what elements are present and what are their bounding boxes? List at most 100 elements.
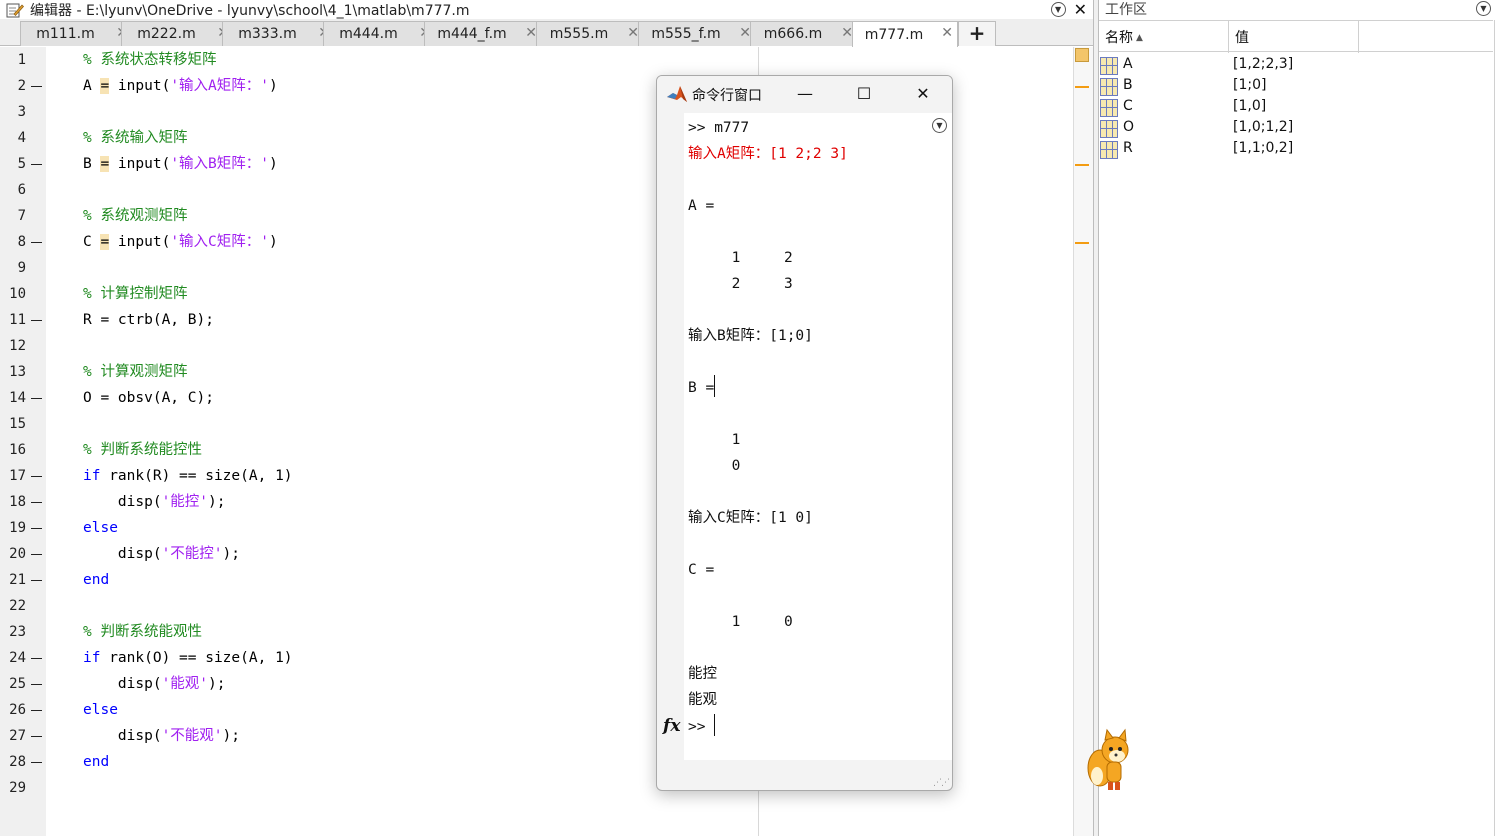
workspace-border (1494, 20, 1495, 836)
resize-grip-icon[interactable]: ⋰⋰ (933, 778, 950, 788)
breakpoint-dash[interactable] (31, 658, 42, 659)
line-number-text: 23 (9, 624, 26, 640)
code-line: R = ctrb(A, B); (83, 312, 214, 328)
tab-m777[interactable]: m777.m ✕ (852, 21, 958, 47)
add-tab-button[interactable]: + (958, 21, 996, 46)
breakpoint-dash[interactable] (31, 762, 42, 763)
line-number-text: 11 (9, 312, 26, 328)
column-header-name[interactable]: 名称 ▲ (1099, 21, 1229, 53)
breakpoint-dash[interactable] (31, 710, 42, 711)
command-window-titlebar[interactable]: 命令行窗口 — ☐ ✕ (657, 76, 952, 112)
tab-m555-f[interactable]: m555_f.m ✕ (638, 21, 756, 46)
line-number-text: 9 (17, 260, 26, 276)
line-number-text: 7 (17, 208, 26, 224)
var-value: [1;0] (1233, 77, 1267, 93)
line-number-text: 10 (9, 286, 26, 302)
tab-m444[interactable]: m444.m ✕ (323, 21, 436, 46)
tab-m333[interactable]: m333.m ✕ (222, 21, 335, 46)
breakpoint-dash[interactable] (31, 684, 42, 685)
code-token: = (100, 78, 110, 94)
breakpoint-dash[interactable] (31, 164, 42, 165)
line-number: 24 (0, 645, 46, 671)
breakpoint-dash[interactable] (31, 320, 42, 321)
tab-m111[interactable]: m111.m ✕ (20, 21, 133, 46)
tab-label: m444.m (339, 26, 398, 42)
line-number-text: 19 (9, 520, 26, 536)
tab-close-icon[interactable]: ✕ (941, 25, 953, 41)
close-button[interactable]: ✕ (903, 80, 943, 108)
breakpoint-dash[interactable] (31, 398, 42, 399)
code-token: ); (222, 546, 241, 562)
workspace-var-row[interactable]: A [1,2;2,3] (1099, 55, 1493, 76)
code-token: disp( (83, 676, 162, 692)
command-window[interactable]: 命令行窗口 — ☐ ✕ >> m777 输入A矩阵：[1 2;2 3] A = … (656, 75, 953, 791)
matrix-variable-icon (1100, 120, 1118, 138)
editor-tabbar: m111.m ✕ m222.m ✕ m333.m ✕ m444.m ✕ m444… (0, 19, 1093, 47)
code-keyword: if (83, 468, 101, 484)
command-prompt[interactable]: >> (688, 714, 716, 740)
warning-marker[interactable] (1075, 242, 1089, 244)
breakpoint-dash[interactable] (31, 502, 42, 503)
code-string: '输入C矩阵：' (170, 234, 270, 250)
line-number-text: 28 (9, 754, 26, 770)
line-number: 15 (0, 411, 46, 437)
tab-m222[interactable]: m222.m ✕ (121, 21, 234, 46)
workspace-options-icon[interactable]: ▼ (1476, 1, 1491, 16)
workspace-var-row[interactable]: B [1;0] (1099, 76, 1493, 97)
warning-marker[interactable] (1075, 86, 1089, 88)
code-token: input( (109, 234, 171, 250)
column-header-value[interactable]: 值 (1229, 21, 1359, 53)
line-number-text: 1 (17, 52, 26, 68)
code-line: disp('能观'); (83, 671, 226, 697)
tab-label: m777.m (864, 26, 924, 43)
workspace-var-row[interactable]: C [1,0] (1099, 97, 1493, 118)
code-line: % 计算观测矩阵 (83, 364, 188, 380)
line-number-text: 15 (9, 416, 26, 432)
breakpoint-dash[interactable] (31, 86, 42, 87)
line-number: 21 (0, 567, 46, 593)
line-number: 16 (0, 437, 46, 463)
workspace-var-row[interactable]: O [1,0;1,2] (1099, 118, 1493, 139)
analyzer-status-icon[interactable] (1075, 48, 1089, 62)
code-line: % 系统状态转移矩阵 (83, 52, 217, 68)
var-name: C (1123, 98, 1133, 114)
maximize-button[interactable]: ☐ (844, 80, 884, 108)
editor-close-icon[interactable]: ✕ (1074, 1, 1087, 18)
line-number: 6 (0, 177, 46, 203)
tab-m666[interactable]: m666.m ✕ (750, 21, 858, 46)
warning-marker[interactable] (1075, 164, 1089, 166)
tab-m555[interactable]: m555.m ✕ (536, 21, 644, 46)
command-window-options-icon[interactable]: ▼ (932, 118, 947, 133)
code-token: rank(R) == size(A, 1) (100, 468, 293, 484)
breakpoint-dash[interactable] (31, 528, 42, 529)
matlab-logo-icon (667, 86, 687, 102)
editor-title: 编辑器 - E:\lyunv\OneDrive - lyunvy\school\… (30, 2, 470, 19)
tab-m444-f[interactable]: m444_f.m ✕ (424, 21, 542, 46)
breakpoint-dash[interactable] (31, 476, 42, 477)
code-token: disp( (83, 728, 162, 744)
code-line: end (83, 572, 110, 588)
column-header-label: 值 (1235, 30, 1249, 46)
editor-options-icon[interactable]: ▼ (1050, 2, 1066, 17)
breakpoint-dash[interactable] (31, 242, 42, 243)
breakpoint-dash[interactable] (31, 554, 42, 555)
code-line: B = input('输入B矩阵：') (83, 151, 278, 177)
minimize-button[interactable]: — (785, 80, 825, 108)
line-number: 29 (0, 775, 46, 801)
line-number-text: 16 (9, 442, 26, 458)
command-output[interactable]: >> m777 输入A矩阵：[1 2;2 3] A = 1 2 2 3 输入B矩… (684, 113, 952, 760)
matrix-variable-icon (1100, 57, 1118, 75)
code-string: '不能观' (161, 728, 223, 744)
workspace-titlebar: 工作区 ▼ (1099, 0, 1497, 18)
command-line: 1 2 (688, 250, 793, 266)
breakpoint-dash[interactable] (31, 736, 42, 737)
line-number-text: 2 (17, 78, 26, 94)
sort-ascending-icon: ▲ (1136, 33, 1143, 43)
command-line: A = (688, 198, 715, 214)
workspace-var-row[interactable]: R [1,1;0,2] (1099, 139, 1493, 160)
code-string: '能控' (161, 494, 209, 510)
breakpoint-dash[interactable] (31, 580, 42, 581)
line-number: 22 (0, 593, 46, 619)
tab-label: m555_f.m (651, 26, 721, 42)
function-browser-icon[interactable]: fx (663, 716, 680, 736)
